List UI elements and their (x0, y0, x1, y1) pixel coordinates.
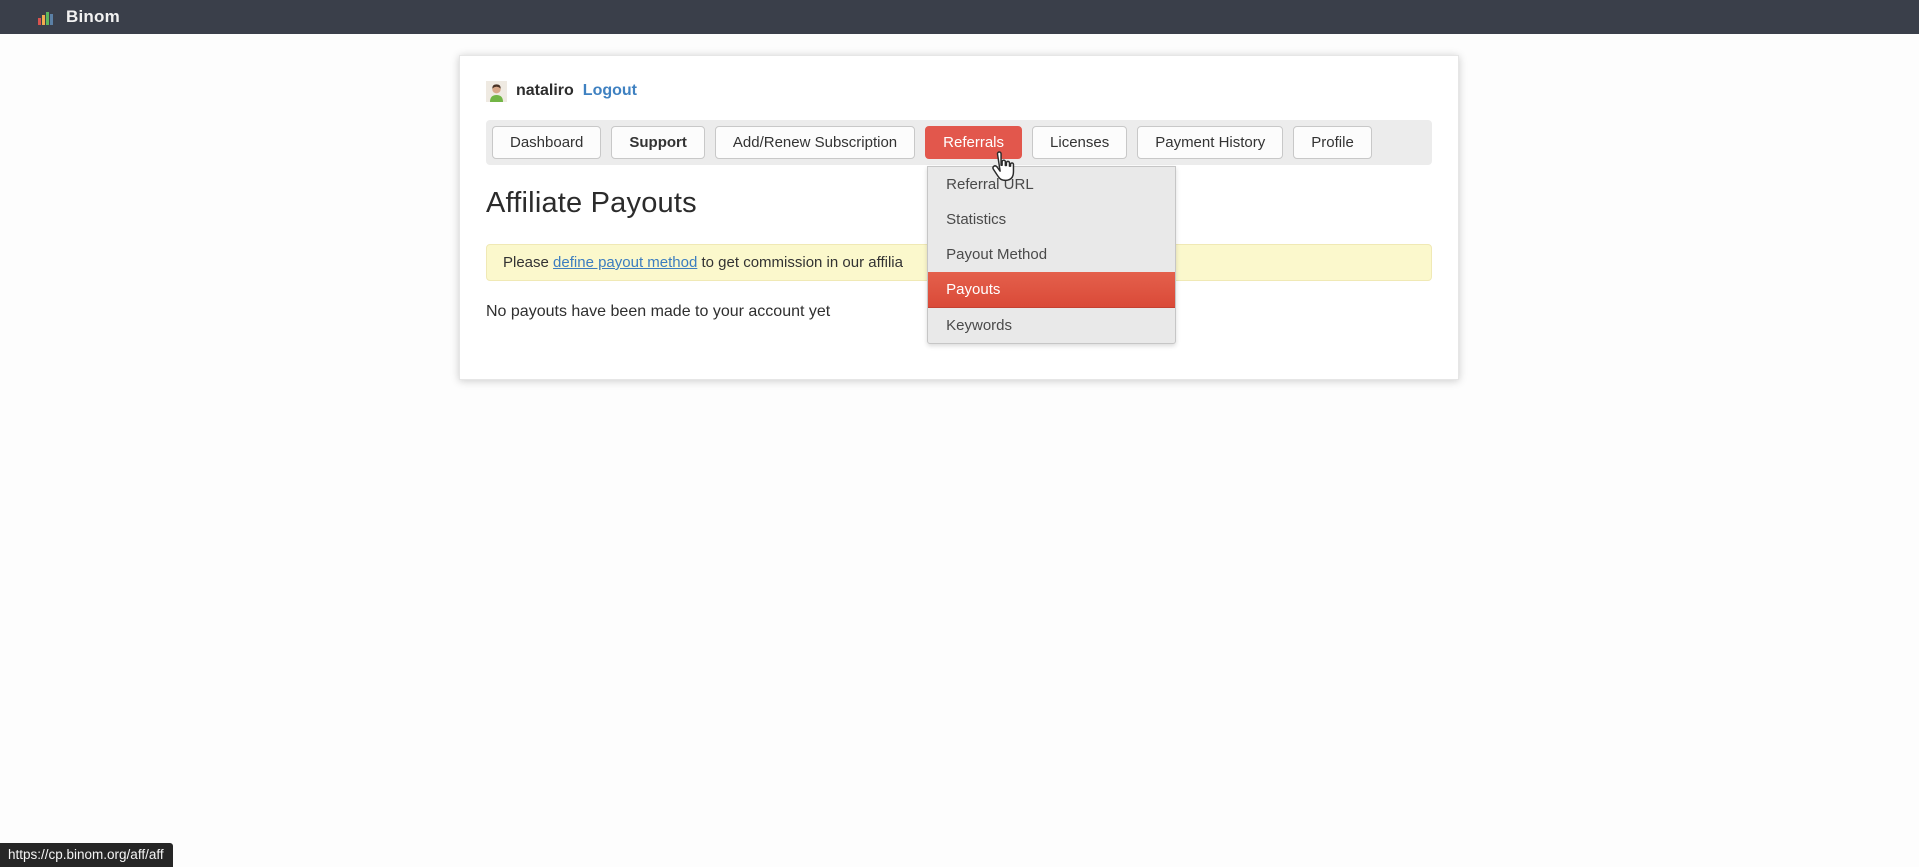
main-card: nataliro Logout Dashboard Support Add/Re… (459, 55, 1459, 380)
referrals-dropdown-menu: Referral URL Statistics Payout Method Pa… (927, 166, 1176, 344)
brand-link[interactable]: Binom (38, 7, 120, 27)
dropdown-item-statistics[interactable]: Statistics (928, 202, 1175, 237)
nav-dashboard-button[interactable]: Dashboard (492, 126, 601, 159)
define-payout-method-link[interactable]: define payout method (553, 254, 697, 271)
dropdown-item-payouts[interactable]: Payouts (928, 272, 1175, 308)
dropdown-item-payout-method[interactable]: Payout Method (928, 237, 1175, 272)
nav-profile-button[interactable]: Profile (1293, 126, 1372, 159)
notice-text-suffix: to get commission in our affilia (697, 254, 903, 271)
main-navigation: Dashboard Support Add/Renew Subscription… (486, 120, 1432, 165)
user-avatar (486, 81, 507, 102)
nav-referrals-wrap: Referrals Referral URL Statistics Payout… (925, 126, 1022, 159)
brand-name: Binom (66, 7, 120, 27)
logout-link[interactable]: Logout (583, 82, 637, 100)
user-row: nataliro Logout (486, 80, 1432, 102)
nav-support-button[interactable]: Support (611, 126, 705, 159)
browser-status-tooltip: https://cp.binom.org/aff/aff (0, 843, 173, 867)
notice-text-prefix: Please (503, 254, 553, 271)
nav-add-renew-subscription-button[interactable]: Add/Renew Subscription (715, 126, 915, 159)
binom-logo-icon (38, 9, 56, 25)
nav-referrals-button[interactable]: Referrals (925, 126, 1022, 159)
username-label: nataliro (516, 82, 574, 100)
top-bar: Binom (0, 0, 1919, 34)
dropdown-item-keywords[interactable]: Keywords (928, 308, 1175, 343)
dropdown-item-referral-url[interactable]: Referral URL (928, 167, 1175, 202)
nav-licenses-button[interactable]: Licenses (1032, 126, 1127, 159)
nav-payment-history-button[interactable]: Payment History (1137, 126, 1283, 159)
